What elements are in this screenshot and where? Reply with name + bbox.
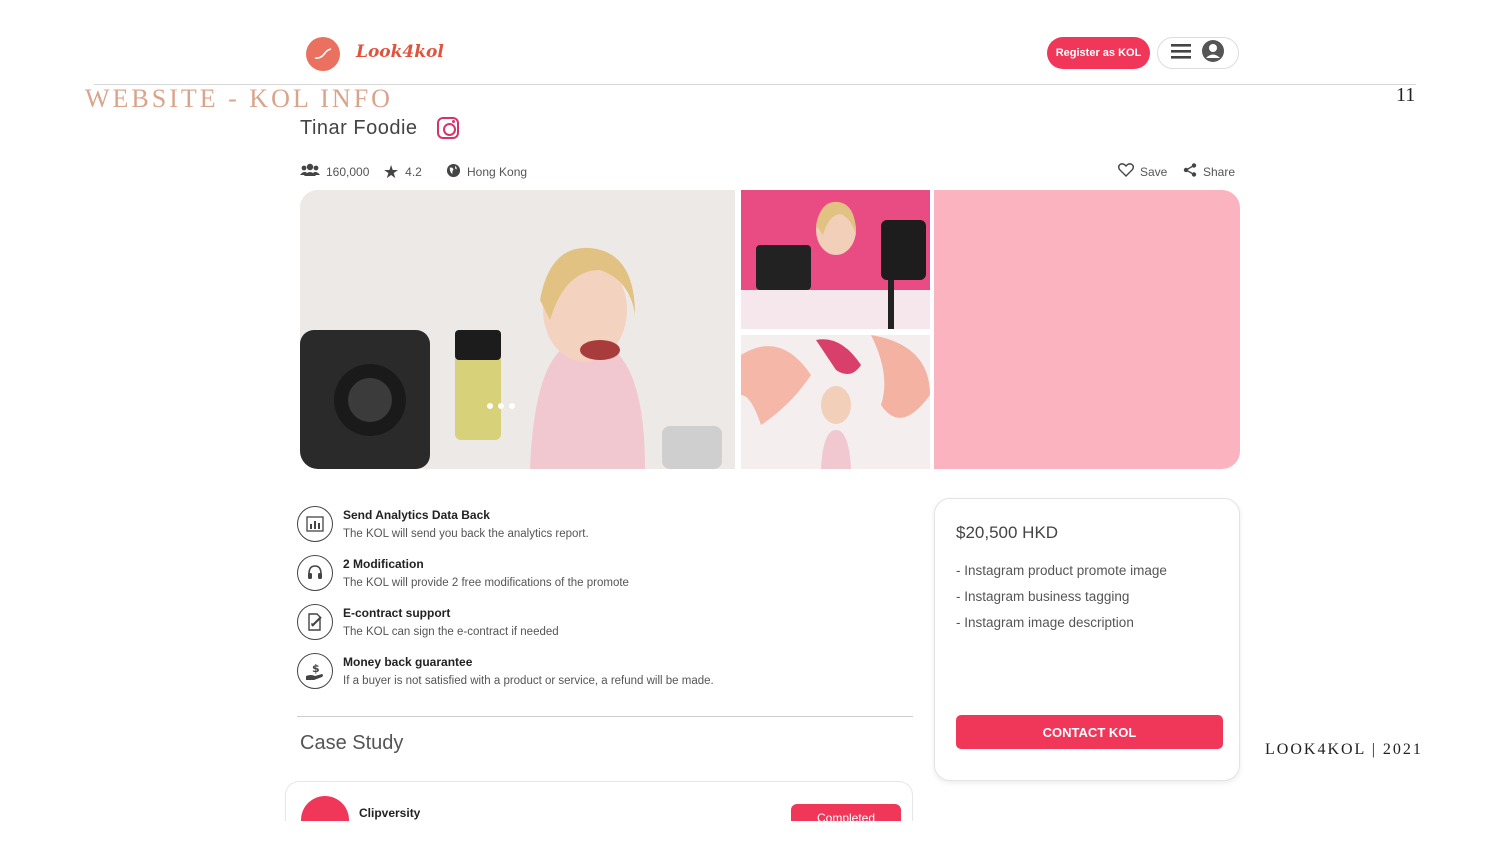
- slide-page-number: 11: [1396, 84, 1416, 106]
- followers-stat: 160,000: [300, 163, 369, 180]
- case-avatar: [301, 796, 349, 821]
- feature-moneyback: $: [297, 653, 333, 689]
- share-label: Share: [1203, 164, 1236, 179]
- feature-analytics-text: Send Analytics Data Back The KOL will se…: [343, 508, 589, 540]
- slide-footer: LOOK4KOL | 2021: [1265, 741, 1423, 758]
- slide-title: WEBSITE - KOL INFO: [85, 84, 393, 113]
- share-icon: [1183, 163, 1197, 180]
- feature-title: E-contract support: [343, 606, 451, 620]
- location-stat: Hong Kong: [446, 163, 527, 181]
- svg-text:$: $: [312, 662, 320, 675]
- feature-moneyback-text: Money back guarantee If a buyer is not s…: [343, 655, 714, 687]
- price-card: $20,500 HKD - Instagram product promote …: [934, 498, 1240, 781]
- feature-econtract: [297, 604, 333, 640]
- hamburger-menu-icon[interactable]: [1171, 43, 1191, 64]
- price-value: $20,500 HKD: [956, 523, 1059, 542]
- feature-analytics: [297, 506, 333, 542]
- section-divider: [297, 716, 913, 717]
- followers-count: 160,000: [326, 164, 370, 179]
- photo-fabric[interactable]: [741, 335, 930, 469]
- package-item: - Instagram image description: [956, 615, 1134, 630]
- contact-kol-button[interactable]: CONTACT KOL: [956, 715, 1223, 749]
- logo-text[interactable]: Look4kol: [356, 42, 444, 62]
- save-button[interactable]: Save: [1118, 163, 1167, 180]
- globe-icon: [446, 163, 461, 181]
- save-label: Save: [1140, 164, 1168, 179]
- feature-desc: The KOL can sign the e-contract if neede…: [343, 626, 559, 638]
- main-photo[interactable]: [300, 190, 735, 469]
- logo-icon[interactable]: [306, 37, 340, 71]
- rating-stat: ★ 4.2: [383, 163, 422, 181]
- case-study-card[interactable]: Clipversity Completed: [285, 781, 913, 821]
- photo-placeholder[interactable]: [934, 190, 1240, 469]
- instagram-icon[interactable]: [437, 117, 459, 139]
- users-icon: [300, 163, 320, 180]
- feature-modification-text: 2 Modification The KOL will provide 2 fr…: [343, 557, 629, 589]
- star-icon: ★: [383, 162, 400, 182]
- feature-title: Send Analytics Data Back: [343, 508, 490, 522]
- register-kol-button[interactable]: Register as KOL: [1047, 37, 1150, 69]
- feature-desc: The KOL will provide 2 free modification…: [343, 577, 629, 589]
- case-name: Clipversity: [359, 806, 421, 820]
- rating-value: 4.2: [405, 165, 422, 179]
- share-button[interactable]: Share: [1183, 163, 1235, 180]
- feature-title: 2 Modification: [343, 557, 424, 571]
- photo-makeup[interactable]: [741, 190, 930, 329]
- feature-title: Money back guarantee: [343, 655, 473, 669]
- case-study-title: Case Study: [300, 732, 404, 754]
- analytics-icon: [297, 506, 333, 542]
- headset-icon: [297, 555, 333, 591]
- location-text: Hong Kong: [467, 165, 528, 179]
- feature-modification: [297, 555, 333, 591]
- feature-econtract-text: E-contract support The KOL can sign the …: [343, 606, 559, 638]
- user-avatar-icon[interactable]: [1201, 39, 1225, 68]
- package-item: - Instagram product promote image: [956, 563, 1167, 578]
- money-back-icon: $: [297, 653, 333, 689]
- package-item: - Instagram business tagging: [956, 589, 1130, 604]
- feature-desc: If a buyer is not satisfied with a produ…: [343, 675, 714, 687]
- kol-name: Tinar Foodie: [300, 117, 418, 139]
- user-menu[interactable]: [1157, 37, 1239, 69]
- feature-desc: The KOL will send you back the analytics…: [343, 528, 589, 540]
- contract-icon: [297, 604, 333, 640]
- status-badge: Completed: [791, 804, 901, 821]
- heart-icon: [1118, 163, 1134, 180]
